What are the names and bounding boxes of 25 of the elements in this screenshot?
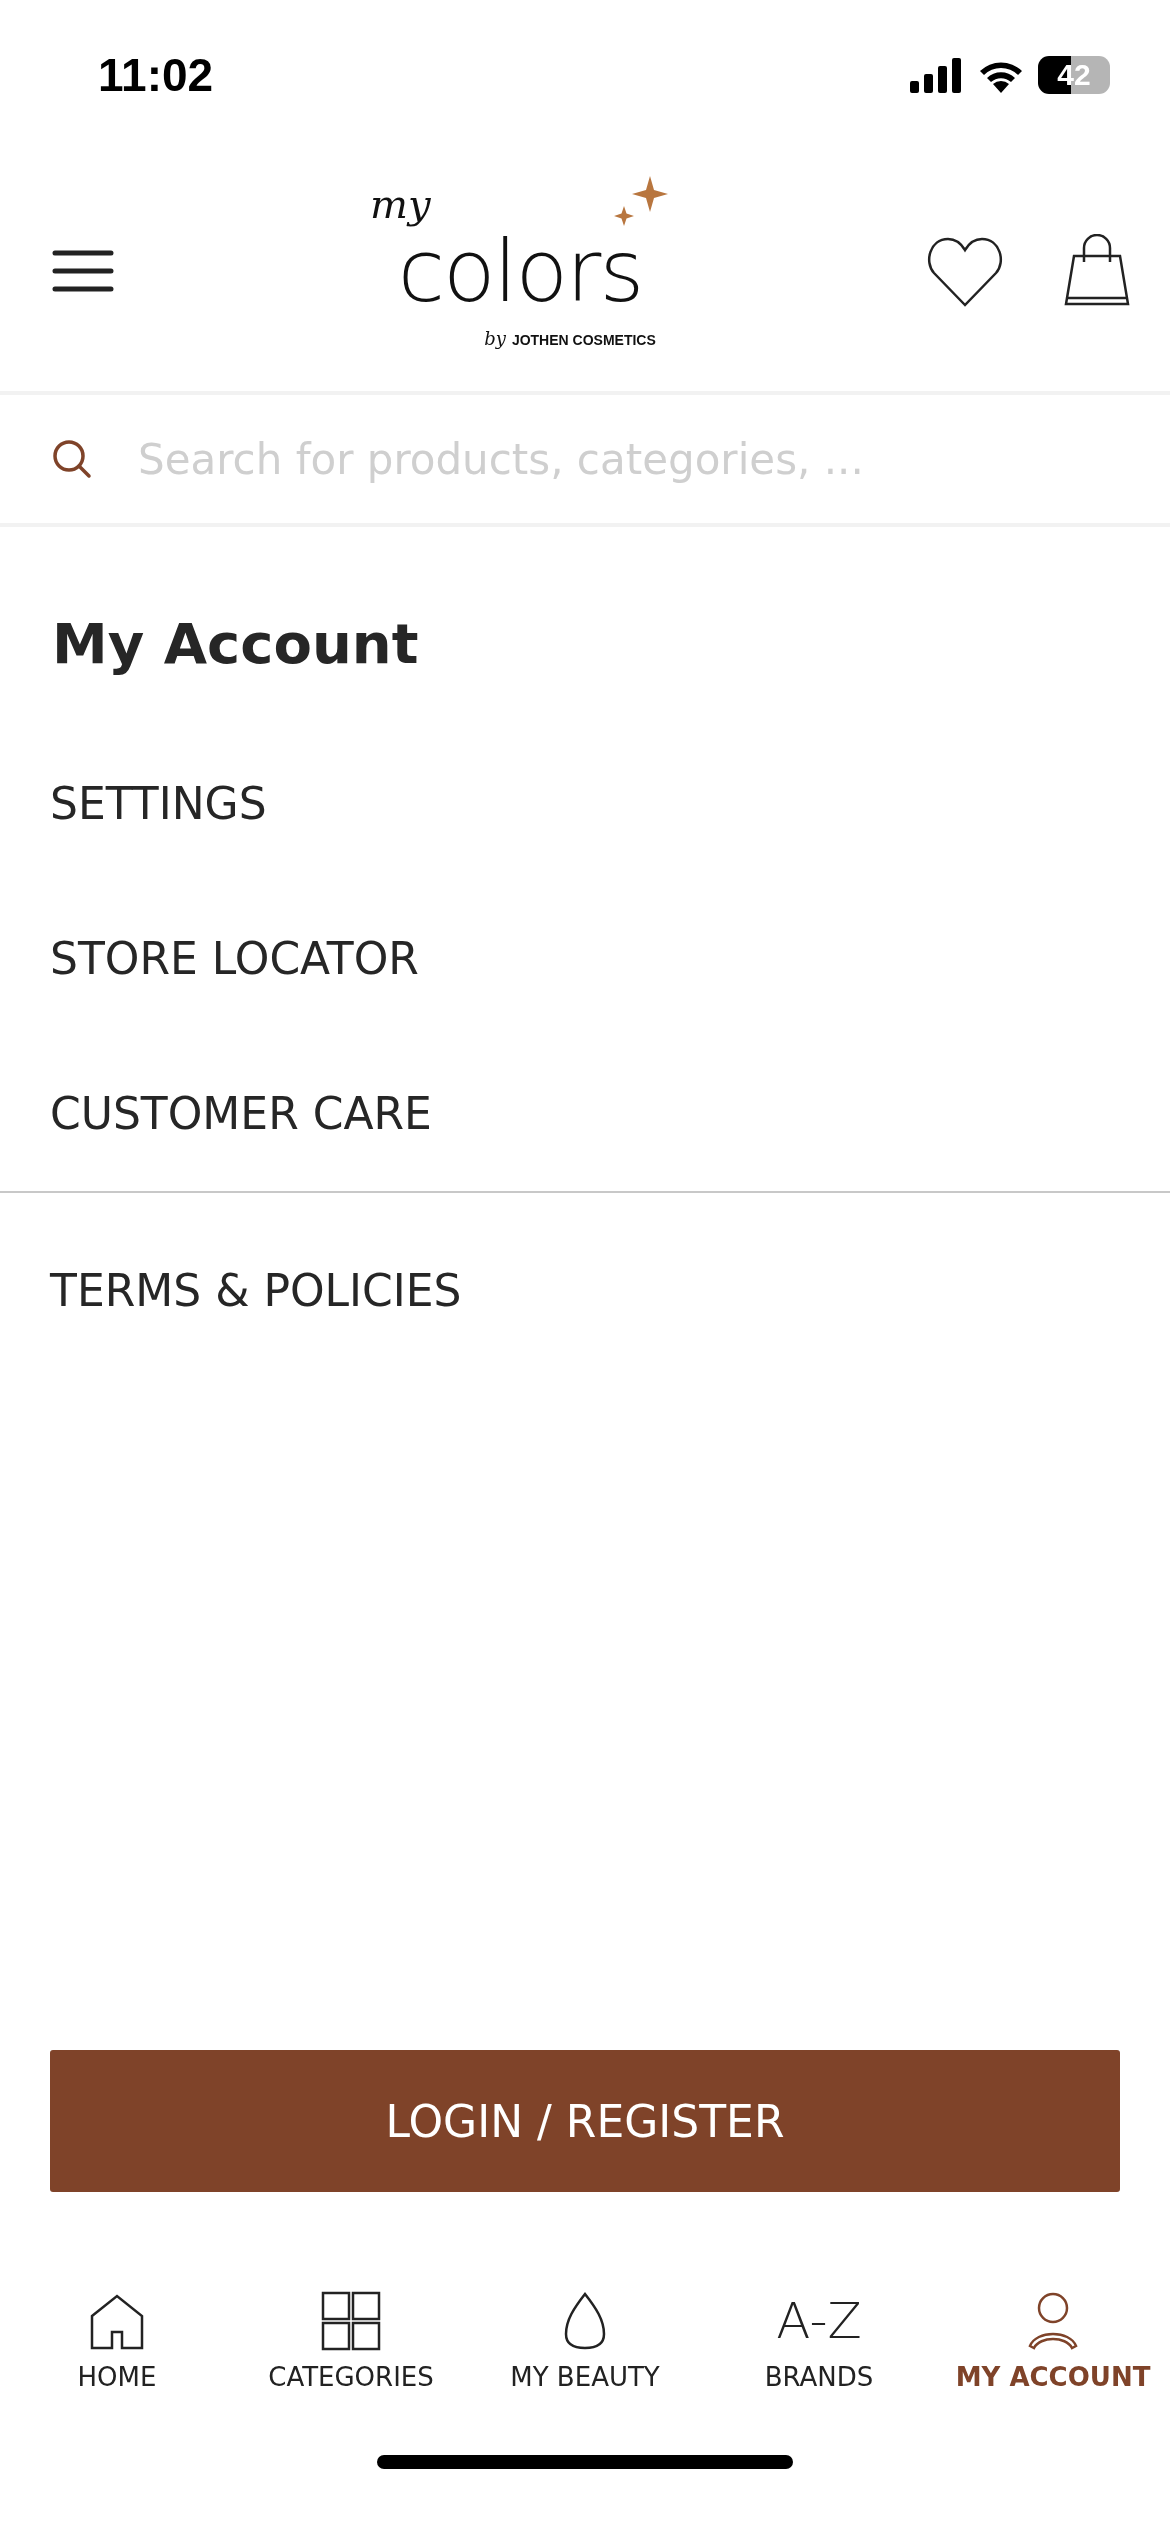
tab-label: HOME [77, 2362, 157, 2392]
tab-label: CATEGORIES [268, 2362, 434, 2392]
search-icon [52, 439, 92, 479]
menu-item[interactable]: TERMS & POLICIES [0, 1213, 1170, 1368]
logo-wordmark: colors [397, 228, 643, 314]
tab-item[interactable]: A-Z BRANDS [702, 2262, 936, 2392]
brands-glyph: A-Z [776, 2296, 862, 2346]
logo-by: by [484, 328, 506, 349]
tab-item[interactable]: HOME [0, 2262, 234, 2392]
menu-item[interactable]: SETTINGS [0, 726, 1170, 881]
tab-item[interactable]: MY ACCOUNT [936, 2262, 1170, 2392]
tab-item[interactable]: CATEGORIES [234, 2262, 468, 2392]
logo-tagline: JOTHEN COSMETICS [511, 332, 656, 348]
tab-label: MY BEAUTY [510, 2362, 660, 2392]
brand-logo[interactable]: my colors by JOTHEN COSMETICS [370, 175, 670, 366]
login-button[interactable]: LOGIN / REGISTER [50, 2050, 1120, 2192]
grid-icon [320, 2290, 382, 2352]
tab-item[interactable]: MY BEAUTY [468, 2262, 702, 2392]
page-title: My Account [52, 611, 420, 676]
tab-label: MY ACCOUNT [955, 2362, 1151, 2392]
tab-label: BRANDS [764, 2362, 874, 2392]
menu-item[interactable]: STORE LOCATOR [0, 881, 1170, 1036]
signal-icon [910, 57, 964, 93]
menu-item[interactable]: CUSTOMER CARE [0, 1036, 1170, 1193]
status-time: 11:02 [98, 48, 214, 102]
